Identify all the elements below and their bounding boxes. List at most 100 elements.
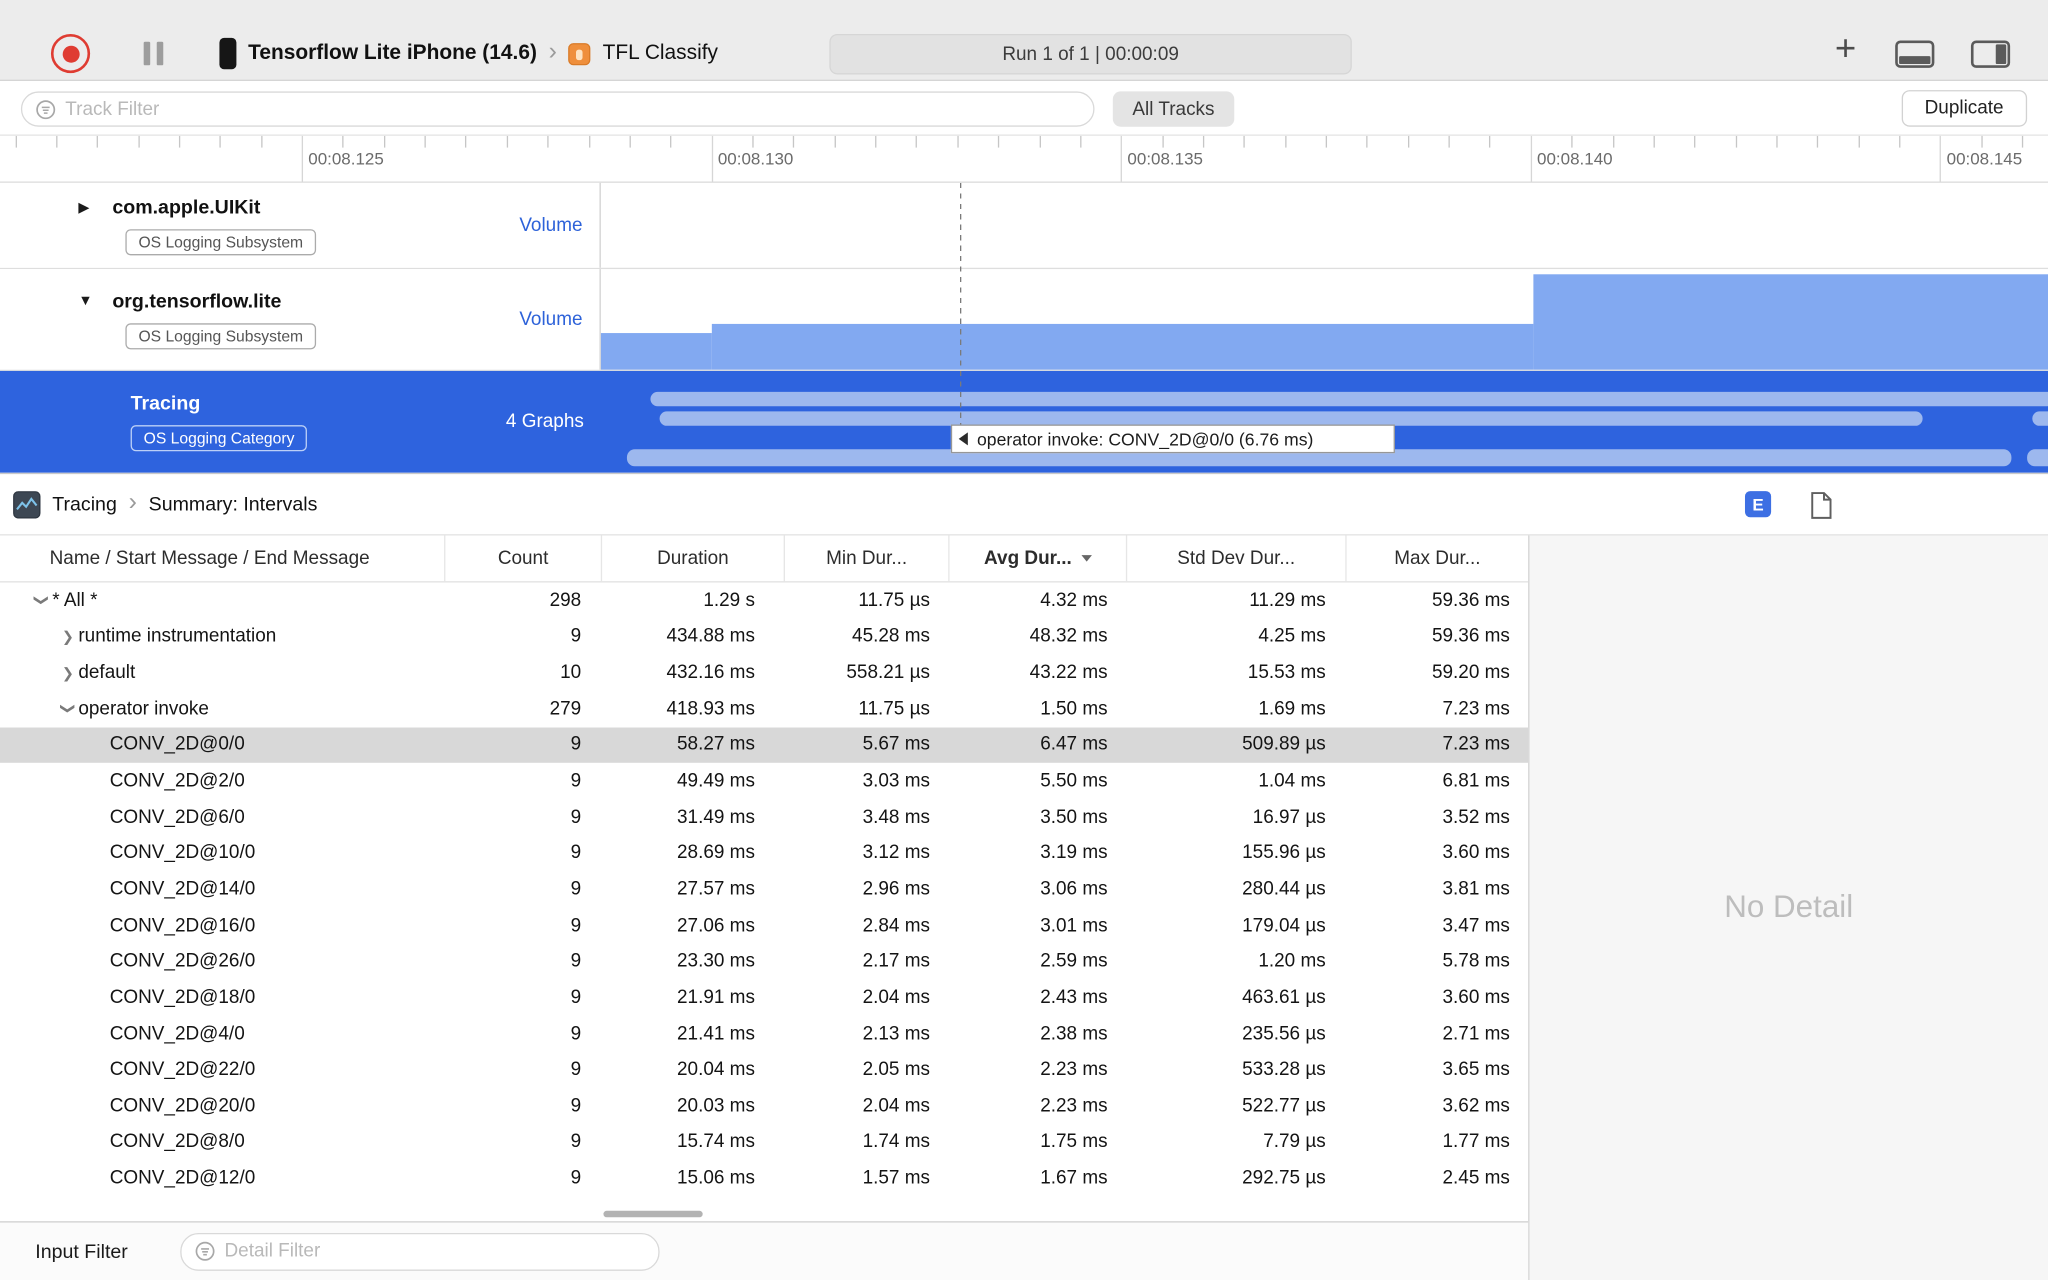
cell-max: 59.36 ms [1431, 626, 1510, 648]
cell-duration: 21.91 ms [677, 987, 755, 1009]
column-header-avg[interactable]: Avg Dur... [948, 535, 1126, 582]
iphone-icon [219, 37, 237, 70]
chevron-right-icon[interactable]: ❯ [57, 664, 78, 681]
table-row[interactable]: CONV_2D@8/0 9 15.74 ms 1.74 ms 1.75 ms 7.79 µ… [0, 1124, 1528, 1160]
cell-max: 6.81 ms [1442, 770, 1510, 792]
ruler-tick [711, 135, 713, 182]
timeline-ruler[interactable]: 00:08.125 00:08.130 00:08.135 00:08.140 00:0… [0, 135, 2048, 183]
track-filter-field[interactable] [20, 91, 1095, 127]
column-header-name[interactable]: Name / Start Message / End Message [0, 536, 444, 582]
volume-area-segment [1533, 274, 2048, 370]
pause-button[interactable] [143, 41, 164, 66]
table-row[interactable]: CONV_2D@2/0 9 49.49 ms 3.03 ms 5.50 ms 1.04 m… [0, 763, 1528, 799]
table-row[interactable]: CONV_2D@16/0 9 27.06 ms 2.84 ms 3.01 ms 179.0… [0, 907, 1528, 943]
cell-count: 10 [560, 662, 582, 684]
row-name: * All * [52, 590, 98, 612]
record-button[interactable] [50, 33, 91, 74]
table-row[interactable]: CONV_2D@18/0 9 21.91 ms 2.04 ms 2.43 ms 463.6… [0, 980, 1528, 1016]
cell-duration: 21.41 ms [677, 1023, 755, 1045]
table-row[interactable]: CONV_2D@0/0 9 58.27 ms 5.67 ms 6.47 ms 509.89… [0, 726, 1529, 764]
track-row-uikit[interactable]: com.apple.UIKit OS Logging Subsystem Vol… [0, 182, 2048, 270]
chevron-right-icon: › [128, 488, 137, 516]
detail-filter-input[interactable] [224, 1240, 646, 1262]
row-name: CONV_2D@6/0 [109, 806, 245, 828]
row-name: CONV_2D@4/0 [109, 1023, 245, 1045]
table-row[interactable]: CONV_2D@4/0 9 21.41 ms 2.13 ms 2.38 ms 235.56… [0, 1016, 1528, 1052]
cell-duration: 23.30 ms [677, 951, 755, 973]
table-row[interactable]: CONV_2D@12/0 9 15.06 ms 1.57 ms 1.67 ms 292.7… [0, 1160, 1528, 1196]
ruler-time-label: 00:08.140 [1537, 148, 1613, 169]
cell-count: 9 [570, 734, 582, 756]
cell-min: 1.74 ms [862, 1131, 930, 1153]
column-header-count[interactable]: Count [444, 535, 601, 582]
table-row[interactable]: ❯ runtime instrumentation 9 434.88 ms 45.28 … [0, 619, 1528, 655]
track-row-tensorflow[interactable]: org.tensorflow.lite OS Logging Subsystem… [0, 269, 2048, 371]
ruler-tick [1284, 135, 1286, 148]
table-row[interactable]: ❯ operator invoke 279 418.93 ms 11.75 µs 1.50… [0, 691, 1528, 727]
cell-avg: 6.47 ms [1040, 734, 1108, 756]
cell-max: 59.20 ms [1431, 662, 1510, 684]
cell-max: 3.60 ms [1442, 842, 1510, 864]
ruler-tick [1612, 135, 1614, 148]
playhead-line[interactable] [960, 182, 962, 429]
detail-filter-field[interactable] [180, 1232, 660, 1271]
track-canvas[interactable] [600, 269, 2048, 370]
track-canvas[interactable] [601, 183, 2048, 268]
document-icon[interactable] [1808, 488, 1834, 521]
cell-duration: 1.29 s [703, 590, 755, 612]
disclosure-down-icon[interactable] [78, 293, 112, 309]
all-tracks-button[interactable]: All Tracks [1112, 91, 1235, 127]
table-row[interactable]: CONV_2D@6/0 9 31.49 ms 3.48 ms 3.50 ms 16.97 … [0, 799, 1528, 835]
ruler-tick [547, 135, 549, 148]
ruler-tick [15, 135, 17, 148]
track-filter-input[interactable] [65, 98, 1081, 120]
column-header-stddev[interactable]: Std Dev Dur... [1125, 535, 1345, 582]
toggle-bottom-pane-icon[interactable] [1895, 40, 1935, 68]
row-name-cell: ❯ operator invoke [0, 698, 444, 719]
tooltip-arrow-icon [958, 432, 968, 446]
horizontal-scrollbar-thumb[interactable] [603, 1210, 703, 1218]
breadcrumb-instrument[interactable]: Tracing [52, 493, 117, 515]
cell-duration: 20.04 ms [677, 1059, 755, 1081]
row-name-cell: CONV_2D@12/0 [0, 1168, 444, 1189]
row-name-cell: CONV_2D@8/0 [0, 1132, 444, 1153]
row-name-cell: ❯ runtime instrumentation [0, 626, 444, 647]
interval-bar [650, 391, 2048, 407]
cell-std: 235.56 µs [1242, 1023, 1326, 1045]
track-row-tracing[interactable]: Tracing OS Logging Category 4 Graphs [0, 370, 2048, 473]
duplicate-button[interactable]: Duplicate [1901, 90, 2028, 127]
expand-detail-button[interactable]: E [1744, 491, 1772, 518]
table-row[interactable]: CONV_2D@14/0 9 27.57 ms 2.96 ms 3.06 ms 280.4… [0, 871, 1528, 907]
column-header-min[interactable]: Min Dur... [783, 535, 949, 582]
chevron-right-icon[interactable]: ❯ [57, 628, 78, 645]
table-row[interactable]: CONV_2D@20/0 9 20.03 ms 2.04 ms 2.23 ms 522.7… [0, 1088, 1528, 1124]
cell-min: 3.12 ms [862, 842, 930, 864]
input-filter-label: Input Filter [35, 1240, 128, 1263]
table-row[interactable]: CONV_2D@26/0 9 23.30 ms 2.17 ms 2.59 ms 1.20 … [0, 944, 1528, 980]
track-badge: OS Logging Category [130, 425, 308, 452]
table-row[interactable]: ❯ default 10 432.16 ms 558.21 µs 43.22 ms 15.5… [0, 655, 1528, 691]
column-header-duration[interactable]: Duration [600, 535, 784, 582]
table-row[interactable]: ❯ * All * 298 1.29 s 11.75 µs 4.32 ms 11.29 ms… [0, 583, 1528, 619]
add-instrument-icon[interactable]: + [1826, 27, 1865, 67]
chevron-down-icon[interactable]: ❯ [59, 698, 76, 719]
cell-max: 1.77 ms [1442, 1131, 1510, 1153]
tooltip-text: operator invoke: CONV_2D@0/0 (6.76 ms) [976, 429, 1314, 449]
disclosure-right-icon[interactable] [78, 199, 112, 216]
ruler-tick [1694, 135, 1696, 148]
chevron-down-icon[interactable]: ❯ [33, 590, 50, 611]
row-name-cell: CONV_2D@26/0 [0, 951, 444, 972]
toggle-right-pane-icon[interactable] [1970, 40, 2011, 68]
ruler-tick [1202, 135, 1205, 148]
track-canvas[interactable] [601, 371, 2048, 473]
cell-std: 179.04 µs [1242, 915, 1326, 936]
breadcrumb-detail[interactable]: Summary: Intervals [149, 493, 318, 515]
ruler-tick [1940, 135, 1942, 182]
table-row[interactable]: CONV_2D@22/0 9 20.04 ms 2.05 ms 2.23 ms 533.2… [0, 1052, 1528, 1088]
cell-avg: 2.38 ms [1040, 1023, 1108, 1045]
detail-header: Tracing › Summary: Intervals E [0, 472, 2048, 536]
track-badge: OS Logging Subsystem [125, 228, 317, 255]
column-header-max[interactable]: Max Dur... [1345, 535, 1528, 582]
target-selector[interactable]: Tensorflow Lite iPhone (14.6) › TFL Clas… [219, 26, 718, 81]
table-row[interactable]: CONV_2D@10/0 9 28.69 ms 3.12 ms 3.19 ms 155.9… [0, 835, 1528, 871]
